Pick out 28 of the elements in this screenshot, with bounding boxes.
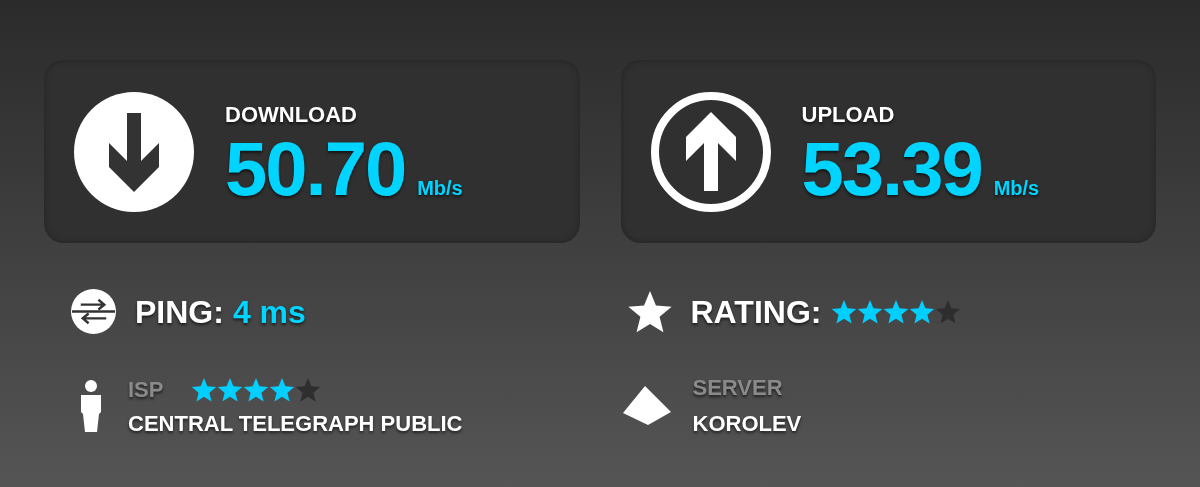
star-icon xyxy=(935,298,962,325)
ping-icon xyxy=(70,288,117,335)
person-icon xyxy=(80,380,102,432)
ping-value: 4 ms xyxy=(232,295,306,328)
speed-unit: Mb/s xyxy=(417,177,463,198)
speed-label: DOWNLOAD xyxy=(225,103,358,126)
speed-value: 50.70 xyxy=(225,137,406,200)
server-name: KOROLEV xyxy=(692,413,802,435)
speed-unit: Mb/s xyxy=(993,177,1040,198)
star-icon xyxy=(269,377,296,403)
speed-label: UPLOAD xyxy=(801,103,896,126)
star-icon xyxy=(831,298,858,325)
star-icon xyxy=(909,298,936,325)
diamond-icon xyxy=(622,386,673,426)
star-icon xyxy=(857,298,884,325)
star-icon xyxy=(217,377,244,403)
star-icon xyxy=(191,377,218,403)
speed-value: 53.39 xyxy=(801,137,982,200)
download-icon xyxy=(73,90,195,213)
isp-label: ISP xyxy=(128,379,164,401)
server-label: SERVER xyxy=(692,377,784,399)
star-icon xyxy=(883,298,910,325)
ping-label: PING: xyxy=(135,295,224,328)
isp-name: CENTRAL TELEGRAPH PUBLIC xyxy=(128,413,463,435)
star-icon xyxy=(243,377,270,403)
rating-label: RATING: xyxy=(690,295,822,328)
star-icon xyxy=(295,377,322,403)
upload-icon xyxy=(649,90,772,213)
